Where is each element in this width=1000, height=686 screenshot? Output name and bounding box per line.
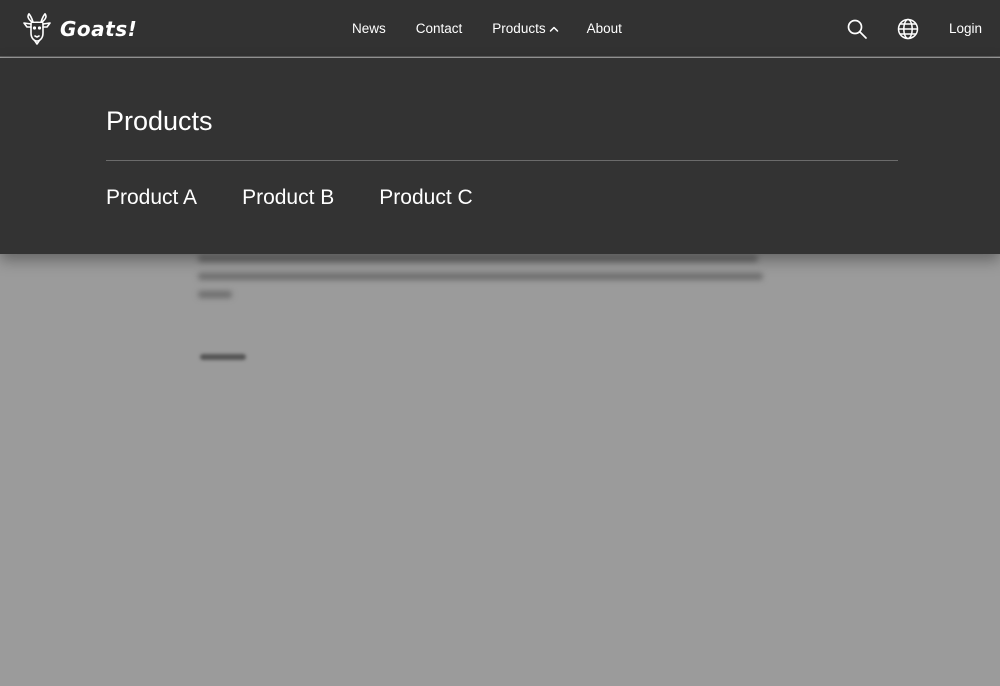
nav-link-products[interactable]: Products — [492, 21, 558, 36]
brand-name: Goats! — [60, 17, 138, 41]
main-nav: News Contact Products About — [352, 0, 622, 57]
chevron-up-icon — [549, 26, 558, 32]
goat-head-icon — [23, 13, 51, 45]
blurred-page-content — [198, 255, 768, 309]
nav-link-products-label: Products — [492, 21, 546, 36]
login-link[interactable]: Login — [949, 21, 982, 36]
nav-actions: Login — [846, 0, 982, 57]
mega-menu-divider — [106, 160, 898, 161]
blurred-page-link — [200, 354, 246, 360]
products-mega-menu: Products Product A Product B Product C — [0, 58, 1000, 254]
menu-item-product-a[interactable]: Product A — [106, 185, 197, 211]
menu-item-product-b[interactable]: Product B — [242, 185, 334, 211]
brand-home-link[interactable]: Goats! — [22, 12, 137, 46]
mega-menu-title: Products — [106, 106, 213, 136]
nav-link-news[interactable]: News — [352, 21, 386, 36]
top-navbar: Goats! News Contact Products About Login — [0, 0, 1000, 57]
search-icon[interactable] — [846, 18, 868, 40]
mega-menu-items: Product A Product B Product C — [106, 185, 473, 211]
nav-link-contact[interactable]: Contact — [416, 21, 463, 36]
menu-item-product-c[interactable]: Product C — [379, 185, 472, 211]
globe-icon[interactable] — [897, 18, 919, 40]
nav-link-about[interactable]: About — [587, 21, 622, 36]
page: Goats! News Contact Products About Login… — [0, 0, 1000, 686]
